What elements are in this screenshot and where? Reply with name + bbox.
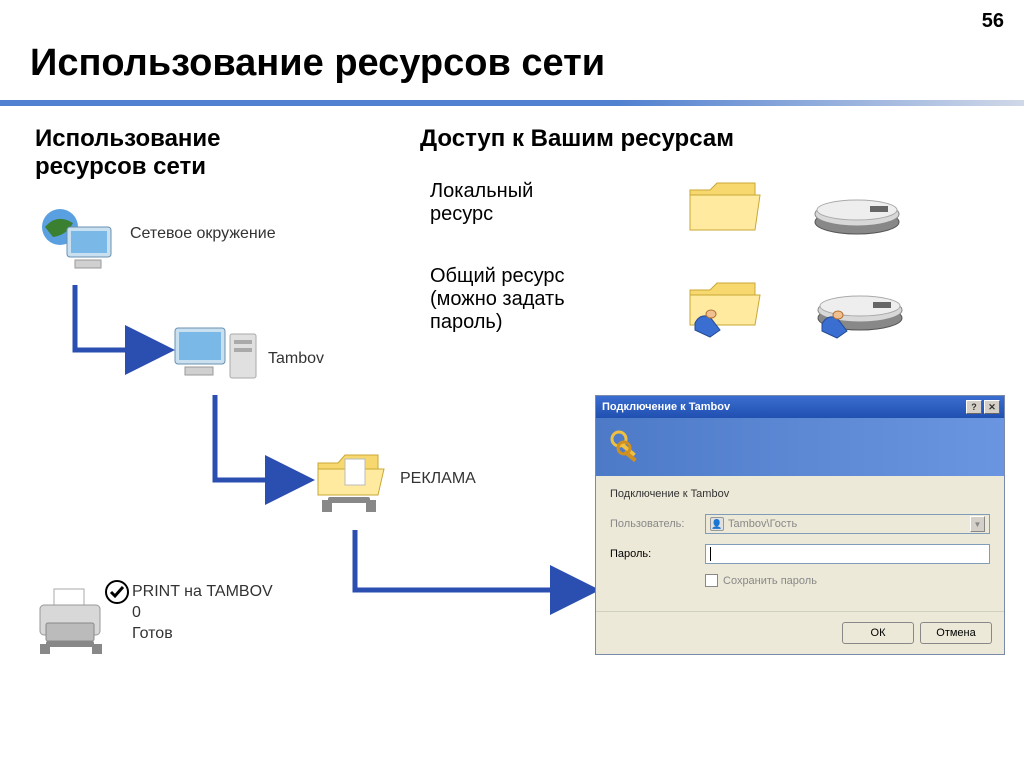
disk-shared-icon bbox=[810, 280, 910, 355]
printer-check-icon bbox=[105, 580, 129, 609]
dialog-banner bbox=[596, 418, 1004, 476]
printer-info: PRINT на TAMBOV 0 Готов bbox=[132, 582, 273, 644]
local-resource-label: Локальный ресурс bbox=[430, 180, 590, 226]
printer-status: Готов bbox=[132, 624, 273, 645]
password-input[interactable] bbox=[705, 544, 990, 564]
shared-folder-label: РЕКЛАМА bbox=[400, 470, 476, 488]
text: Сетевое окружение bbox=[130, 225, 276, 242]
shared-folder-icon bbox=[310, 445, 395, 530]
folder-shared-icon bbox=[685, 275, 770, 355]
title-underline bbox=[0, 100, 1024, 106]
user-label: Пользователь: bbox=[610, 518, 705, 530]
shared-resource-label: Общий ресурс (можно задать пароль) bbox=[430, 265, 630, 334]
dialog-subtitle: Подключение к Tambov bbox=[610, 488, 990, 500]
keys-icon bbox=[608, 428, 644, 464]
text: РЕКЛАМА bbox=[400, 470, 476, 487]
user-value: Tambov\Гость bbox=[728, 518, 797, 530]
printer-jobs: 0 bbox=[132, 603, 273, 624]
cancel-button[interactable]: Отмена bbox=[920, 622, 992, 644]
dialog-titlebar[interactable]: Подключение к Tambov ? ✕ bbox=[596, 396, 1004, 418]
auth-dialog: Подключение к Tambov ? ✕ Подключение к T… bbox=[595, 395, 1005, 655]
printer-name: PRINT на TAMBOV bbox=[132, 582, 273, 603]
text-cursor bbox=[710, 547, 711, 561]
chevron-down-icon[interactable]: ▼ bbox=[970, 516, 985, 532]
ok-button[interactable]: ОК bbox=[842, 622, 914, 644]
text: Tambov bbox=[268, 350, 324, 367]
password-label: Пароль: bbox=[610, 548, 705, 560]
save-password-checkbox[interactable] bbox=[705, 574, 718, 587]
dialog-title-text: Подключение к Tambov bbox=[602, 401, 730, 413]
folder-local-icon bbox=[685, 175, 765, 245]
computer-label: Tambov bbox=[268, 350, 324, 368]
network-neighborhood-label: Сетевое окружение bbox=[130, 225, 276, 243]
user-combo[interactable]: 👤 Tambov\Гость ▼ bbox=[705, 514, 990, 534]
computer-icon bbox=[170, 320, 265, 395]
network-neighborhood-icon bbox=[35, 205, 125, 285]
close-button[interactable]: ✕ bbox=[984, 400, 1000, 414]
page-number: 56 bbox=[982, 10, 1004, 33]
help-button[interactable]: ? bbox=[966, 400, 982, 414]
page-title: Использование ресурсов сети bbox=[30, 42, 605, 85]
subtitle-left: Использование ресурсов сети bbox=[35, 125, 315, 181]
disk-local-icon bbox=[810, 180, 905, 245]
subtitle-right: Доступ к Вашим ресурсам bbox=[420, 125, 734, 153]
save-password-label: Сохранить пароль bbox=[723, 575, 817, 587]
user-head-icon: 👤 bbox=[710, 517, 724, 531]
